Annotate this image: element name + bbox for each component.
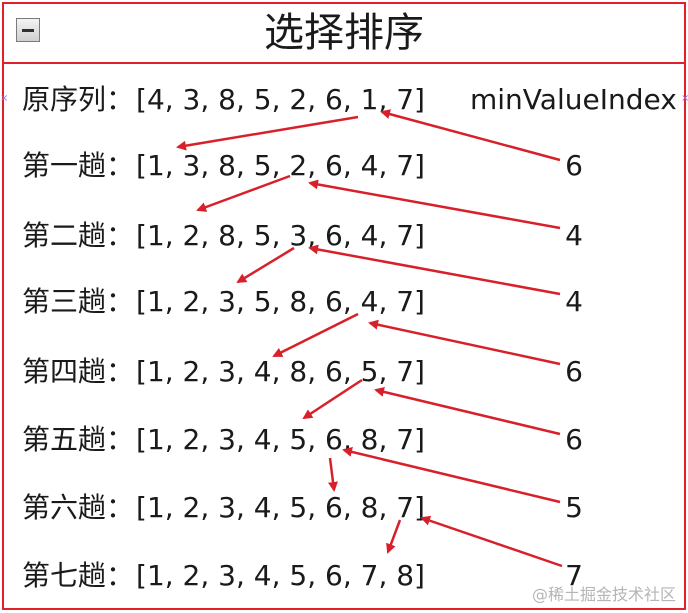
- arrow-swap: [386, 519, 402, 554]
- arrow-index-to-value: [374, 386, 561, 436]
- arrow-index-to-value: [308, 179, 561, 230]
- arrow-index-to-value: [368, 319, 561, 366]
- arrows-layer: [176, 109, 563, 568]
- arrow-swap: [176, 115, 359, 151]
- arrow-swap: [272, 312, 359, 358]
- arrow-index-to-value: [308, 244, 561, 296]
- arrow-index-to-value: [380, 109, 561, 162]
- arrow-swap: [302, 378, 363, 420]
- arrow-swap: [328, 457, 338, 492]
- arrow-index-to-value: [342, 447, 561, 504]
- arrow-swap: [236, 246, 295, 284]
- arrow-index-to-value: [420, 515, 563, 568]
- arrow-swap: [196, 174, 291, 212]
